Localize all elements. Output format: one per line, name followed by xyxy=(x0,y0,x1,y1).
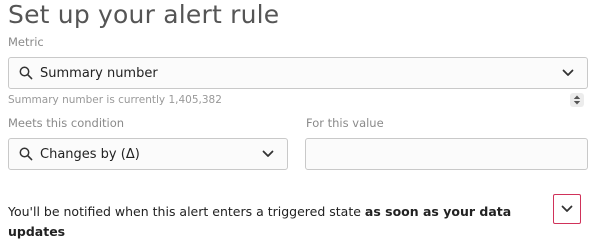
value-label: For this value xyxy=(306,116,384,130)
chevron-down-icon xyxy=(561,66,575,80)
metric-select-value: Summary number xyxy=(40,65,158,81)
value-input[interactable] xyxy=(305,138,588,170)
chevron-down-icon xyxy=(261,147,275,161)
page-title: Set up your alert rule xyxy=(8,0,280,29)
condition-select-value: Changes by (Δ) xyxy=(40,146,140,162)
search-icon xyxy=(18,146,34,162)
notice-text: You'll be notified when this alert enter… xyxy=(8,204,365,219)
metric-helper-text: Summary number is currently 1,405,382 xyxy=(8,94,222,106)
chevron-down-icon xyxy=(561,205,573,213)
stepper-icon[interactable] xyxy=(570,93,584,107)
metric-label: Metric xyxy=(8,35,44,49)
expand-button[interactable] xyxy=(553,194,581,224)
notification-notice: You'll be notified when this alert enter… xyxy=(8,202,538,242)
search-icon xyxy=(18,65,34,81)
metric-select[interactable]: Summary number xyxy=(8,57,588,89)
condition-label: Meets this condition xyxy=(8,116,125,130)
condition-select[interactable]: Changes by (Δ) xyxy=(8,138,288,170)
